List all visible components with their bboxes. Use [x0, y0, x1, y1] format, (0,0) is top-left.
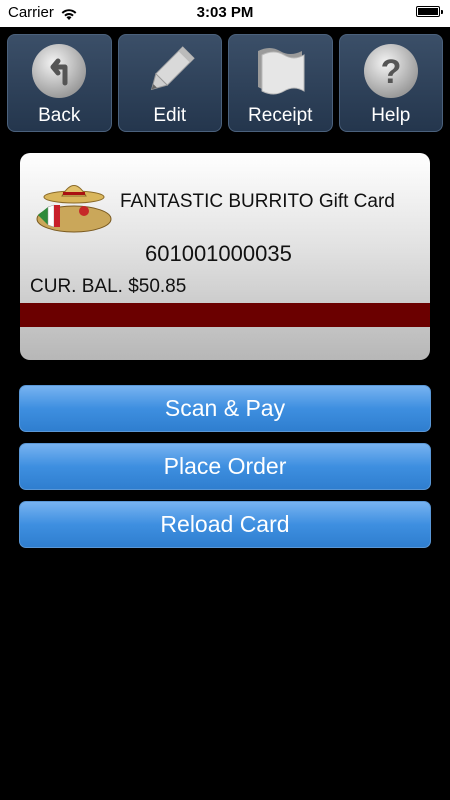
edit-button[interactable]: Edit	[117, 34, 222, 132]
receipt-icon	[258, 48, 305, 95]
help-label: Help	[371, 105, 411, 126]
back-arrow-icon	[32, 44, 87, 98]
battery-icon	[416, 6, 443, 17]
card-balance: CUR. BAL. $50.85	[30, 276, 187, 297]
pencil-icon	[150, 46, 195, 91]
scan-pay-button[interactable]: Scan & Pay	[19, 385, 431, 432]
svg-text:?: ?	[380, 53, 401, 91]
card-number: 601001000035	[145, 241, 292, 266]
receipt-button[interactable]: Receipt	[228, 34, 333, 132]
back-label: Back	[38, 105, 81, 126]
status-bar: Carrier 3:03 PM	[0, 0, 450, 27]
place-order-button[interactable]: Place Order	[19, 443, 431, 490]
toolbar: Back Edit Receipt ? Help	[7, 34, 443, 132]
receipt-label: Receipt	[248, 105, 313, 126]
reload-card-button[interactable]: Reload Card	[19, 501, 431, 548]
help-icon: ?	[363, 44, 418, 98]
magnetic-stripe	[20, 303, 430, 327]
help-button[interactable]: ? Help	[338, 34, 443, 132]
gift-card: FANTASTIC BURRITO Gift Card 601001000035…	[20, 153, 430, 360]
burrito-logo	[36, 185, 112, 233]
card-title: FANTASTIC BURRITO Gift Card	[120, 191, 395, 212]
edit-label: Edit	[153, 105, 187, 126]
clock: 3:03 PM	[196, 4, 254, 21]
back-button[interactable]: Back	[7, 34, 112, 132]
